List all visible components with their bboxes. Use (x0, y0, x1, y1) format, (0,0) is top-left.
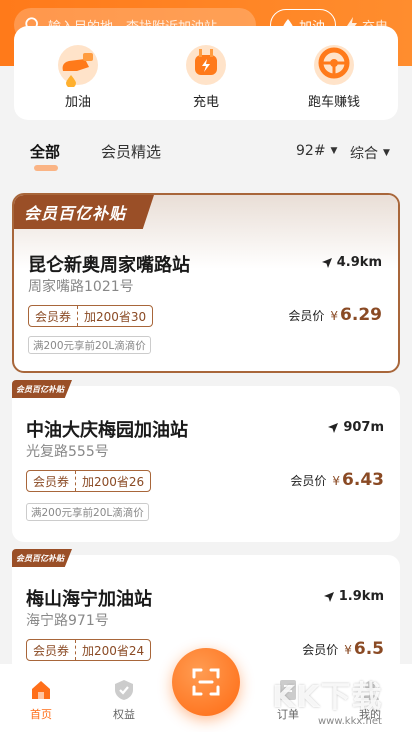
member-subsidy-badge: 会员百亿补贴 (14, 195, 154, 229)
member-price: 会员价 ¥ 6.5 (302, 639, 384, 659)
station-address: 周家嘴路1021号 (28, 279, 134, 295)
station-distance: 1.9km (323, 589, 384, 604)
shield-check-icon (115, 680, 133, 700)
station-name: 梅山海宁加油站 (26, 589, 152, 610)
price-label: 会员价 (288, 309, 325, 323)
nav-benefits[interactable]: 权益 (94, 678, 154, 722)
service-fuel[interactable]: 加油 (23, 41, 133, 110)
sort-dropdown[interactable]: 综合 ▼ (350, 143, 390, 163)
fuel-nozzle-icon (58, 45, 98, 87)
scan-button[interactable] (172, 648, 240, 716)
service-charge-label: 充电 (192, 95, 219, 110)
service-drive-earn[interactable]: 跑车赚钱 (279, 41, 389, 110)
distance-value: 4.9km (336, 255, 382, 270)
price-value: 6.5 (353, 639, 384, 659)
station-name: 中油大庆梅园加油站 (26, 420, 188, 441)
charging-plug-icon (186, 45, 226, 85)
price-note: 满200元享前20L滴滴价 (28, 336, 151, 354)
member-price: 会员价 ¥ 6.43 (290, 470, 384, 490)
nav-benefits-label: 权益 (113, 708, 135, 721)
price-value: 6.43 (342, 470, 384, 490)
station-distance: 4.9km (321, 255, 382, 270)
service-drive-earn-label: 跑车赚钱 (307, 95, 360, 110)
home-icon (32, 681, 50, 699)
station-address: 海宁路971号 (26, 613, 109, 629)
member-coupon[interactable]: 会员券 加200省30 (28, 305, 154, 327)
fuel-type-dropdown[interactable]: 92# ▼ (296, 143, 337, 159)
price-label: 会员价 (302, 643, 339, 657)
member-subsidy-badge: 会员百亿补贴 (12, 380, 72, 398)
filter-tabs: 全部 会员精选 92# ▼ 综合 ▼ (0, 138, 412, 171)
navigation-arrow-icon (328, 422, 339, 433)
price-note: 满200元享前20L滴滴价 (26, 503, 149, 521)
coupon-value: 加200省24 (82, 643, 145, 658)
member-price: 会员价 ¥ 6.29 (288, 305, 382, 325)
coupon-value: 加200省30 (84, 309, 147, 324)
coupon-label: 会员券 (29, 306, 79, 326)
services-card: 加油 充电 跑车赚钱 (14, 26, 398, 120)
station-name: 昆仑新奥周家嘴路站 (28, 255, 190, 276)
coupon-value: 加200省26 (82, 474, 145, 489)
price-currency: ¥ (330, 309, 339, 323)
price-currency: ¥ (344, 643, 352, 657)
price-value: 6.29 (340, 305, 382, 325)
scan-icon (192, 668, 220, 696)
tab-member-picks[interactable]: 会员精选 (101, 141, 161, 162)
watermark-url: www.kkx.net (318, 716, 382, 727)
coupon-label: 会员券 (27, 471, 77, 491)
distance-value: 907m (343, 420, 384, 435)
caret-down-icon: ▼ (383, 148, 390, 158)
station-address: 光复路555号 (26, 444, 109, 460)
member-subsidy-badge: 会员百亿补贴 (12, 549, 72, 567)
member-coupon[interactable]: 会员券 加200省26 (26, 470, 152, 492)
navigation-arrow-icon (323, 591, 334, 602)
service-fuel-label: 加油 (64, 95, 91, 110)
watermark-text: KK下载 (272, 680, 383, 715)
steering-wheel-icon (314, 45, 354, 85)
tab-all[interactable]: 全部 (30, 141, 60, 171)
member-coupon[interactable]: 会员券 加200省24 (26, 639, 152, 661)
price-currency: ¥ (332, 474, 341, 488)
nav-home-label: 首页 (30, 708, 52, 721)
price-label: 会员价 (290, 474, 327, 488)
fuel-type-value: 92# (296, 143, 326, 159)
distance-value: 1.9km (338, 589, 384, 604)
service-charge[interactable]: 充电 (151, 41, 261, 110)
caret-down-icon: ▼ (330, 146, 338, 156)
station-card[interactable]: 会员百亿补贴 昆仑新奥周家嘴路站 4.9km 周家嘴路1021号 会员券 加20… (12, 193, 400, 373)
nav-home[interactable]: 首页 (11, 678, 71, 722)
navigation-arrow-icon (321, 257, 332, 268)
sort-value: 综合 (350, 146, 378, 162)
coupon-label: 会员券 (27, 640, 77, 660)
station-card[interactable]: 会员百亿补贴 中油大庆梅园加油站 907m 光复路555号 会员券 加200省2… (12, 380, 400, 542)
station-distance: 907m (328, 420, 384, 435)
